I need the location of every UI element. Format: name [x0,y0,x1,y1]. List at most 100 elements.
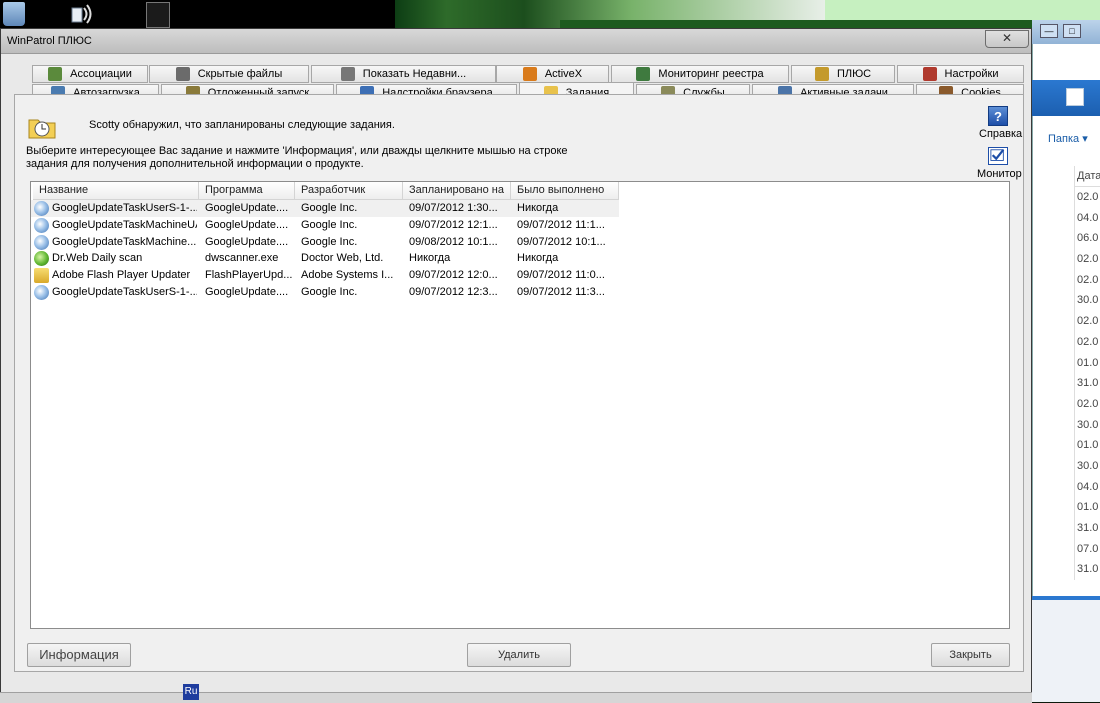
table-row[interactable]: Dr.Web Daily scan dwscanner.exe Doctor Web… [31,250,619,267]
tab-settings[interactable]: Настройки [897,65,1024,83]
settings-icon [922,67,937,81]
cell-name: Dr.Web Daily scan [52,252,143,265]
delete-button[interactable]: Удалить [467,643,571,667]
cell-name: Adobe Flash Player Updater [52,269,191,282]
monitor-label[interactable]: Монитор [977,168,1022,180]
cell-scheduled: Никогда [409,252,451,265]
associations-icon [48,67,63,81]
close-icon[interactable]: ✕ [985,30,1029,48]
table-row[interactable]: GoogleUpdateTaskUserS-1-... GoogleUpdate.… [31,284,619,301]
info-button[interactable]: Информация [27,643,131,667]
folder-menu[interactable]: Папка ▾ [1048,132,1088,145]
background-explorer-footer [1032,600,1100,702]
tab-label: Показать Недавни... [362,68,467,80]
column-header[interactable]: Программа [199,182,295,200]
tab-hidden-files[interactable]: Скрытые файлы [149,65,309,83]
google-update-icon [34,234,49,250]
date-cell: 04.0 [1077,211,1099,224]
cell-scheduled: 09/07/2012 12:0... [409,269,498,282]
maximize-icon[interactable]: □ [1063,24,1081,38]
recycle-bin-icon[interactable] [3,2,25,26]
view-icon[interactable] [1066,88,1084,106]
column-header[interactable]: Было выполнено [511,182,619,200]
hidden-files-icon [175,67,190,81]
google-update-icon [34,285,49,300]
cell-program: GoogleUpdate.... [205,286,289,298]
cell-program: GoogleUpdate.... [205,218,289,231]
cell-name: GoogleUpdateTaskMachineUA [52,218,197,231]
instructions-line-2: задания для получения дополнительной инф… [26,158,364,170]
scotty-message: Scotty обнаружил, что запланированы след… [89,119,395,131]
date-cell: 02.0 [1077,315,1099,328]
cell-scheduled: 09/07/2012 1:30... [409,202,498,214]
monitor-icon[interactable] [988,147,1008,165]
tab-label: ПЛЮС [836,68,872,80]
help-icon[interactable]: ? [988,106,1008,126]
tab-label: Скрытые файлы [197,68,283,80]
desktop-wallpaper-light [825,0,1100,20]
date-cell: 30.0 [1077,418,1099,431]
cell-done: 09/07/2012 11:0... [517,269,605,282]
date-cell: 04.0 [1077,480,1099,493]
date-cell: 02.0 [1077,191,1099,203]
recent-icon [340,67,355,81]
cell-done: 09/07/2012 11:1... [517,218,605,231]
tasks-list[interactable]: Название Программа Разработчик Запланирован… [30,181,1010,629]
tab-label: Мониторинг реестра [658,68,764,80]
date-cell: 02.0 [1077,253,1099,266]
tab-label: Настройки [944,68,999,80]
instructions-line-1: Выберите интересующее Вас задание и нажм… [26,145,568,157]
date-cell: 31.0 [1077,377,1099,390]
table-row[interactable]: GoogleUpdateTaskMachine... GoogleUpdate..… [31,234,619,251]
command-prompt-icon[interactable] [146,2,170,28]
wireless-network-icon[interactable] [70,2,92,26]
column-header[interactable]: Название [33,182,199,200]
cell-program: dwscanner.exe [205,252,279,265]
date-cell: 01.0 [1077,356,1099,369]
cell-done: Никогда [517,252,559,265]
date-cell: 31.0 [1077,563,1099,576]
cell-scheduled: 09/08/2012 10:1... [409,235,498,248]
column-header[interactable]: Запланировано на [403,182,511,200]
date-column-header[interactable]: Дата [1075,166,1100,187]
cell-name: GoogleUpdateTaskUserS-1-... [52,202,197,214]
cell-done: 09/07/2012 10:1... [517,235,606,248]
tab-activex[interactable]: ActiveX [496,65,609,83]
tab-registry[interactable]: Мониторинг реестра [611,65,789,83]
date-column: Дата 02.0 04.0 06.0 02.0 02.0 30.0 02.0 02.0 01.… [1074,166,1100,581]
scheduled-task-icon [34,268,49,284]
table-row[interactable]: GoogleUpdateTaskUserS-1-... GoogleUpdate.… [31,200,619,217]
activex-icon [522,67,537,81]
tab-recent[interactable]: Показать Недавни... [311,65,496,83]
cell-dev: Adobe Systems I... [301,269,394,282]
help-label[interactable]: Справка [979,128,1022,140]
cell-dev: Google Inc. [301,235,358,248]
minimize-icon[interactable]: — [1040,24,1058,38]
date-cell: 01.0 [1077,501,1099,514]
cell-dev: Google Inc. [301,202,358,214]
cell-program: GoogleUpdate.... [205,202,289,214]
cell-dev: Google Inc. [301,286,358,298]
date-cell: 02.0 [1077,273,1099,286]
date-cell: 30.0 [1077,459,1099,472]
cell-name: GoogleUpdateTaskMachine... [52,235,197,248]
tab-associations[interactable]: Ассоциации [32,65,148,83]
table-row[interactable]: GoogleUpdateTaskMachineUA GoogleUpdate...… [31,217,619,234]
tab-label: Ассоциации [70,68,132,80]
language-indicator[interactable]: Ru [183,684,199,700]
close-button[interactable]: Закрыть [931,643,1010,667]
cell-scheduled: 09/07/2012 12:1... [409,218,498,231]
cell-done: Никогда [517,202,559,214]
table-row[interactable]: Adobe Flash Player Updater FlashPlayerUpd… [31,267,619,284]
plus-icon [814,67,829,81]
window-title: WinPatrol ПЛЮС [7,35,92,47]
cell-scheduled: 09/07/2012 12:3... [409,286,498,298]
window-titlebar[interactable]: WinPatrol ПЛЮС ✕ [1,29,1031,54]
cell-name: GoogleUpdateTaskUserS-1-... [52,286,197,298]
drweb-icon [34,251,49,267]
tab-plus[interactable]: ПЛЮС [791,65,895,83]
date-cell: 07.0 [1077,542,1099,555]
column-header[interactable]: Разработчик [295,182,403,200]
cell-program: GoogleUpdate.... [205,235,289,248]
registry-icon [636,67,651,81]
